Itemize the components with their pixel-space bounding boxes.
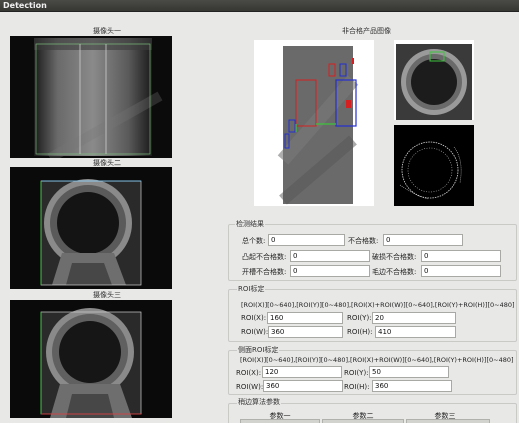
roi-w-label: ROI(W): <box>241 328 269 336</box>
defect-top-view[interactable] <box>394 40 474 120</box>
camera-3-view[interactable] <box>10 300 172 418</box>
dent-label: 凸起不合格数: <box>242 253 287 261</box>
defect-side-view[interactable] <box>254 40 374 206</box>
window-title: Detection <box>3 1 47 10</box>
defect-edge-view[interactable] <box>394 125 474 206</box>
roi-y-label: ROI(Y): <box>347 314 372 322</box>
camera-3-image <box>10 300 172 418</box>
groove-field[interactable] <box>290 265 370 277</box>
break-field[interactable] <box>421 250 501 262</box>
side-roi-y-label: ROI(Y): <box>344 369 369 377</box>
side-roi-w-field[interactable] <box>263 380 343 392</box>
camera-2-view[interactable] <box>10 167 172 289</box>
dent-field[interactable] <box>290 250 370 262</box>
camera-1-label: 摄像头一 <box>93 27 121 35</box>
defect-edge-image <box>394 125 474 206</box>
defect-panel-title: 非合格产品图像 <box>342 27 391 35</box>
roi-x-label: ROI(X): <box>241 314 267 322</box>
side-roi-x-field[interactable] <box>262 366 342 378</box>
break-label: 破损不合格数: <box>372 253 417 261</box>
edge-params-title: 稍边算法参数 <box>237 397 281 407</box>
unqualified-field[interactable] <box>383 234 463 246</box>
camera-2-image <box>10 167 172 289</box>
edge-param-1-field[interactable] <box>240 419 320 423</box>
roi-y-field[interactable] <box>372 312 456 324</box>
total-label: 总个数: <box>242 237 266 245</box>
side-roi-h-field[interactable] <box>372 380 452 392</box>
side-roi-y-field[interactable] <box>369 366 449 378</box>
burr-field[interactable] <box>421 265 501 277</box>
side-roi-hint: [ROI(X)][0~640],[ROI(Y)][0~480],[ROI(X)+… <box>240 356 514 364</box>
roi-x-field[interactable] <box>267 312 343 324</box>
results-title: 检测结果 <box>235 219 265 229</box>
roi-title: ROI标定 <box>237 284 266 294</box>
roi-hint: [ROI(X)][0~640],[ROI(Y)][0~480],[ROI(X)+… <box>241 301 515 309</box>
camera-1-image <box>10 36 172 158</box>
side-roi-h-label: ROI(H): <box>344 383 370 391</box>
groove-label: 开槽不合格数: <box>242 268 287 276</box>
unqualified-label: 不合格数: <box>348 237 379 245</box>
side-roi-title: 侧面ROI标定 <box>237 345 280 355</box>
roi-h-field[interactable] <box>375 326 456 338</box>
roi-w-field[interactable] <box>268 326 343 338</box>
roi-h-label: ROI(H): <box>347 328 373 336</box>
edge-param-2-field[interactable] <box>322 419 404 423</box>
title-bar: Detection <box>0 0 519 12</box>
camera-3-label: 摄像头三 <box>93 291 121 299</box>
edge-param-3-field[interactable] <box>406 419 490 423</box>
burr-label: 毛边不合格数: <box>372 268 417 276</box>
defect-top-image <box>394 40 474 120</box>
defect-side-image <box>254 40 374 206</box>
total-field[interactable] <box>268 234 345 246</box>
camera-1-view[interactable] <box>10 36 172 158</box>
side-roi-w-label: ROI(W): <box>236 383 264 391</box>
side-roi-x-label: ROI(X): <box>236 369 262 377</box>
